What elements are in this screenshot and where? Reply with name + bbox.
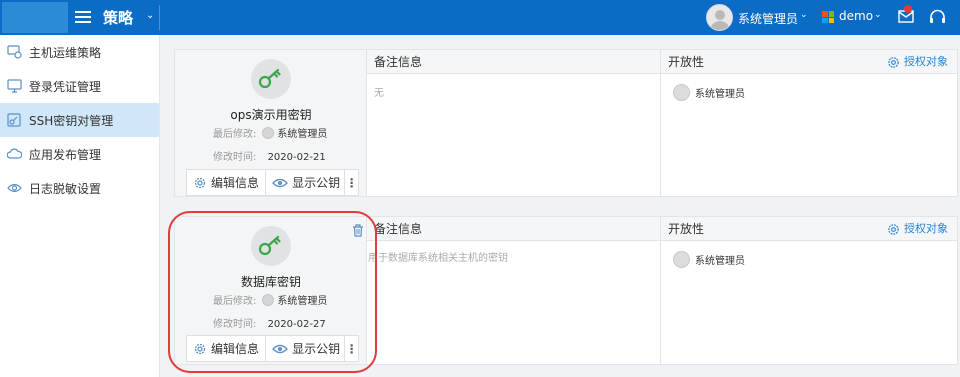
user-name[interactable]: 系统管理员 — [738, 10, 798, 27]
key-actions-bar: 编辑信息 显示公钥 ⋮ — [186, 169, 359, 196]
modified-time-row: 修改时间: 2020-02-27 — [213, 315, 326, 330]
ssh-key-card: ops演示用密钥 最后修改: 系统管理员 修改时间: 2020-02-21 编辑信… — [174, 49, 958, 197]
sidebar-item-host-policy[interactable]: 主机运维策略 — [0, 35, 159, 69]
host-policy-icon — [7, 45, 22, 59]
logo[interactable] — [2, 2, 68, 33]
sidebar-item-label: 登录凭证管理 — [29, 79, 102, 94]
modified-time-value: 2020-02-27 — [267, 319, 326, 330]
hamburger-menu-icon[interactable] — [75, 9, 91, 25]
modified-time-label: 修改时间: — [213, 319, 257, 330]
sidebar-item-label: 日志脱敏设置 — [29, 181, 102, 196]
last-modifier-label: 最后修改: — [213, 296, 257, 307]
more-options-button[interactable]: ⋮ — [345, 170, 358, 195]
key-actions-bar: 编辑信息 显示公钥 ⋮ — [186, 335, 359, 362]
edit-info-label: 编辑信息 — [211, 342, 260, 356]
divider — [159, 5, 160, 30]
openness-label: 开放性 — [668, 222, 705, 236]
openness-label: 开放性 — [668, 55, 705, 69]
edit-info-label: 编辑信息 — [211, 176, 260, 190]
top-bar: 策略 ⌄ 系统管理员 ⌄ demo ⌄ — [0, 0, 960, 35]
openness-column-header: 开放性 授权对象 — [661, 50, 957, 74]
key-icon — [258, 235, 281, 256]
authorized-user: 系统管理员 — [673, 251, 745, 268]
last-modifier-value: 系统管理员 — [277, 296, 328, 307]
edit-info-button[interactable]: 编辑信息 — [187, 336, 267, 361]
notification-badge — [904, 5, 912, 13]
ssh-key-icon — [7, 113, 21, 127]
authorized-user-name: 系统管理员 — [695, 256, 745, 267]
edit-info-button[interactable]: 编辑信息 — [187, 170, 267, 195]
authorized-user-name: 系统管理员 — [695, 89, 745, 100]
gear-icon — [888, 223, 899, 235]
remark-column-header: 备注信息 — [367, 50, 661, 74]
sidebar: 主机运维策略 登录凭证管理 SSH密钥对管理 应用发布管理 日志脱敏设置 — [0, 35, 160, 377]
authorize-objects-link[interactable]: 授权对象 — [887, 222, 948, 236]
avatar — [673, 251, 690, 268]
remark-cell: 用于数据库系统相关主机的密钥 — [367, 241, 661, 364]
key-summary-panel: 数据库密钥 最后修改: 系统管理员 修改时间: 2020-02-27 编辑信息 显… — [175, 217, 367, 364]
headset-support-icon[interactable] — [929, 9, 946, 25]
sidebar-item-app-publish[interactable]: 应用发布管理 — [0, 137, 159, 171]
chevron-down-icon[interactable]: ⌄ — [874, 10, 882, 20]
gear-icon — [194, 343, 206, 354]
eye-icon — [272, 178, 288, 187]
sidebar-item-credentials[interactable]: 登录凭证管理 — [0, 69, 159, 103]
tenant-icon — [822, 11, 834, 23]
modified-time-label: 修改时间: — [213, 152, 257, 163]
ssh-key-card: 数据库密钥 最后修改: 系统管理员 修改时间: 2020-02-27 编辑信息 显… — [174, 216, 958, 365]
gear-icon — [194, 177, 206, 188]
avatar — [262, 294, 275, 306]
chevron-down-icon[interactable]: ⌄ — [800, 10, 808, 20]
avatar[interactable] — [706, 4, 733, 31]
sidebar-item-log-masking[interactable]: 日志脱敏设置 — [0, 171, 159, 205]
show-public-key-button[interactable]: 显示公钥 — [266, 336, 346, 361]
authorized-user: 系统管理员 — [673, 84, 745, 101]
show-public-key-label: 显示公钥 — [292, 342, 341, 356]
sidebar-item-label: 应用发布管理 — [29, 147, 102, 162]
sidebar-item-ssh-keys[interactable]: SSH密钥对管理 — [0, 103, 159, 137]
key-icon — [258, 68, 281, 89]
modified-time-value: 2020-02-21 — [267, 152, 326, 163]
sidebar-item-label: SSH密钥对管理 — [29, 113, 114, 128]
key-name: ops演示用密钥 — [230, 108, 312, 122]
modified-time-row: 修改时间: 2020-02-21 — [213, 148, 326, 163]
last-modifier-row: 最后修改: 系统管理员 — [213, 292, 327, 307]
last-modifier-value: 系统管理员 — [277, 129, 328, 140]
last-modifier-label: 最后修改: — [213, 129, 257, 140]
cloud-app-icon — [7, 148, 22, 159]
tenant-switcher[interactable]: demo — [839, 9, 873, 23]
app-title[interactable]: 策略 — [103, 7, 133, 28]
remark-column-header: 备注信息 — [367, 217, 661, 241]
avatar — [262, 127, 275, 139]
trash-icon[interactable] — [352, 224, 364, 237]
authorize-objects-label: 授权对象 — [904, 55, 948, 68]
remark-text: 无 — [374, 88, 384, 99]
eye-icon — [272, 344, 288, 353]
show-public-key-label: 显示公钥 — [292, 176, 341, 190]
gear-icon — [888, 56, 899, 68]
remark-text: 用于数据库系统相关主机的密钥 — [368, 253, 508, 264]
authorize-objects-link[interactable]: 授权对象 — [887, 55, 948, 69]
sidebar-item-label: 主机运维策略 — [29, 45, 102, 60]
key-avatar — [251, 226, 291, 266]
key-avatar — [251, 59, 291, 99]
openness-column-header: 开放性 授权对象 — [661, 217, 957, 241]
monitor-credential-icon — [7, 79, 22, 93]
avatar — [673, 84, 690, 101]
more-options-button[interactable]: ⋮ — [345, 336, 358, 361]
remark-cell: 无 — [367, 74, 661, 196]
chevron-down-icon[interactable]: ⌄ — [146, 10, 154, 21]
eye-icon — [7, 183, 22, 193]
last-modifier-row: 最后修改: 系统管理员 — [213, 125, 327, 140]
key-name: 数据库密钥 — [240, 275, 301, 289]
authorize-objects-label: 授权对象 — [904, 222, 948, 235]
key-summary-panel: ops演示用密钥 最后修改: 系统管理员 修改时间: 2020-02-21 编辑信… — [175, 50, 367, 196]
show-public-key-button[interactable]: 显示公钥 — [266, 170, 346, 195]
